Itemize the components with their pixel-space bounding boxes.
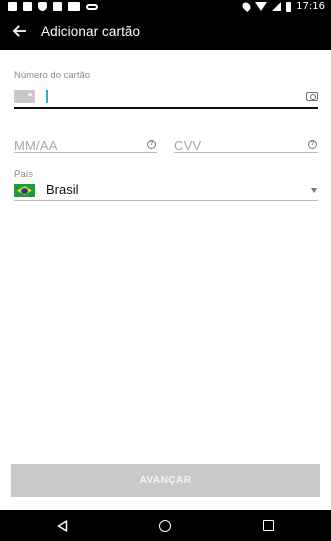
expiry-help-icon[interactable]: ? [147,140,156,149]
navigation-bar [0,510,331,541]
clock: 17:16 [296,1,325,12]
brazil-flag-icon [14,184,35,197]
facebook-notification-icon [8,2,17,11]
wifi-icon [255,2,268,11]
battery-icon [286,1,292,12]
nav-back-icon[interactable] [57,520,68,532]
nav-recent-apps-icon[interactable] [263,520,274,531]
card-number-underline [14,107,318,109]
system-status: 17:16 [241,0,325,13]
country-underline [14,200,318,201]
notification-icons [8,2,98,11]
credit-card-icon [14,90,35,103]
expiry-underline [14,152,157,153]
app-bar: Adicionar cartão [0,14,331,50]
page-title: Adicionar cartão [41,24,141,39]
camera-icon[interactable] [306,92,318,101]
nav-home-icon[interactable] [159,520,171,532]
country-select[interactable]: Brasil [46,182,79,197]
advance-button[interactable]: AVANÇAR [11,464,320,497]
status-bar: 17:16 [0,0,331,14]
chevron-down-icon[interactable] [311,188,317,193]
flipboard-notification-icon [53,2,62,11]
expiry-input[interactable]: MM/AA [14,138,58,153]
country-label: País [14,169,34,180]
cell-signal-icon [272,2,282,11]
shield-notification-icon [38,2,47,11]
photo-notification-icon [68,2,80,11]
card-number-label: Número do cartão [14,70,91,81]
location-icon [241,0,253,13]
cvv-underline [174,152,318,153]
cvv-input[interactable]: CVV [174,138,201,153]
gallery-notification-icon [23,2,32,11]
cvv-help-icon[interactable]: ? [308,140,317,149]
arrow-left-icon[interactable] [11,23,27,39]
flag-globe [21,187,28,194]
card-number-input[interactable] [46,90,48,103]
voicemail-icon [86,4,98,10]
